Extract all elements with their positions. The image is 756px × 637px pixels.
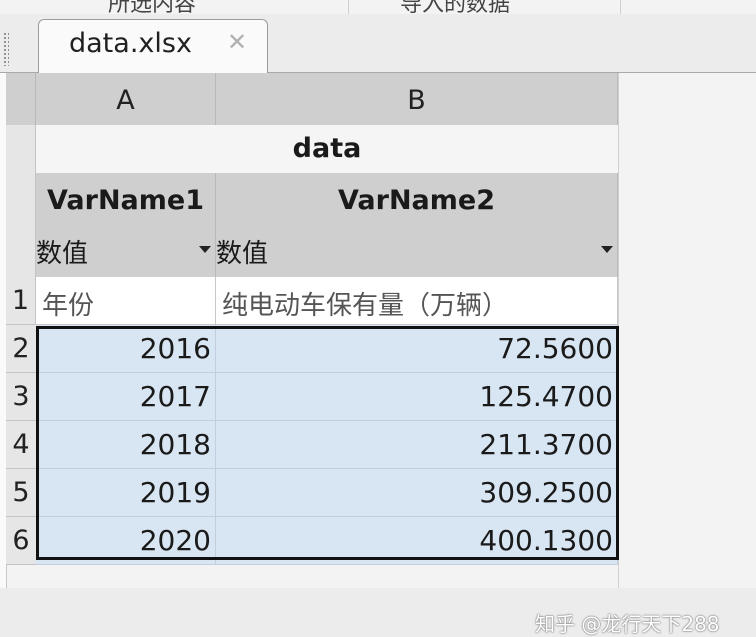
tab-data-xlsx[interactable]: data.xlsx ✕ [38,19,268,73]
cell-b6[interactable]: 400.1300 [216,517,618,565]
toolbar-divider [620,0,621,14]
selection-section-label: 所选内容 [108,0,197,15]
chevron-down-icon [199,246,211,253]
table-right-border [618,73,619,588]
tab-label: data.xlsx [69,28,192,59]
variable-name-b[interactable]: VarName2 [216,173,618,227]
column-header-a[interactable]: A [36,73,216,125]
row-number[interactable]: 3 [6,373,36,421]
cell-b3[interactable]: 125.4700 [216,373,618,421]
toolbar-divider [348,0,349,14]
chevron-down-icon [601,246,613,253]
type-dropdown-a[interactable]: 数值 [36,227,216,277]
drag-grip-icon[interactable] [3,32,9,66]
column-letter: A [116,85,135,116]
cell-a1[interactable]: 年份 [36,277,216,325]
cell-b5[interactable]: 309.2500 [216,469,618,517]
corner-cell[interactable] [6,73,36,125]
cell-b1[interactable]: 纯电动车保有量（万辆） [216,277,618,325]
table-title: data [36,125,618,173]
cell-b4[interactable]: 211.3700 [216,421,618,469]
import-toolbar-strip: 所选内容 导入的数据 [0,0,756,15]
cell-a3[interactable]: 2017 [36,373,216,421]
spreadsheet-area: A B data VarName1 VarName2 数值 数值 1 年份 纯电… [0,73,756,636]
watermark: 知乎 @龙行天下288 [535,612,720,636]
tab-bar: data.xlsx ✕ [0,14,756,73]
row-number[interactable]: 1 [6,277,36,325]
cell-text: 纯电动车保有量（万辆） [222,291,509,321]
column-letter: B [407,85,426,116]
cell-text: 年份 [42,291,95,321]
header-row-gutter [6,125,36,277]
cell-a5[interactable]: 2019 [36,469,216,517]
type-value: 数值 [216,239,269,269]
row-number[interactable]: 2 [6,325,36,373]
variable-name-a[interactable]: VarName1 [36,173,216,227]
type-value: 数值 [36,239,89,269]
column-header-b[interactable]: B [216,73,618,125]
close-icon[interactable]: ✕ [227,30,247,54]
row-number[interactable]: 4 [6,421,36,469]
imported-data-section-label: 导入的数据 [400,0,511,15]
cell-a4[interactable]: 2018 [36,421,216,469]
cell-a6[interactable]: 2020 [36,517,216,565]
row-number[interactable]: 6 [6,517,36,565]
row-number[interactable]: 5 [6,469,36,517]
cell-a2[interactable]: 2016 [36,325,216,373]
cell-b2[interactable]: 72.5600 [216,325,618,373]
type-dropdown-b[interactable]: 数值 [216,227,618,277]
